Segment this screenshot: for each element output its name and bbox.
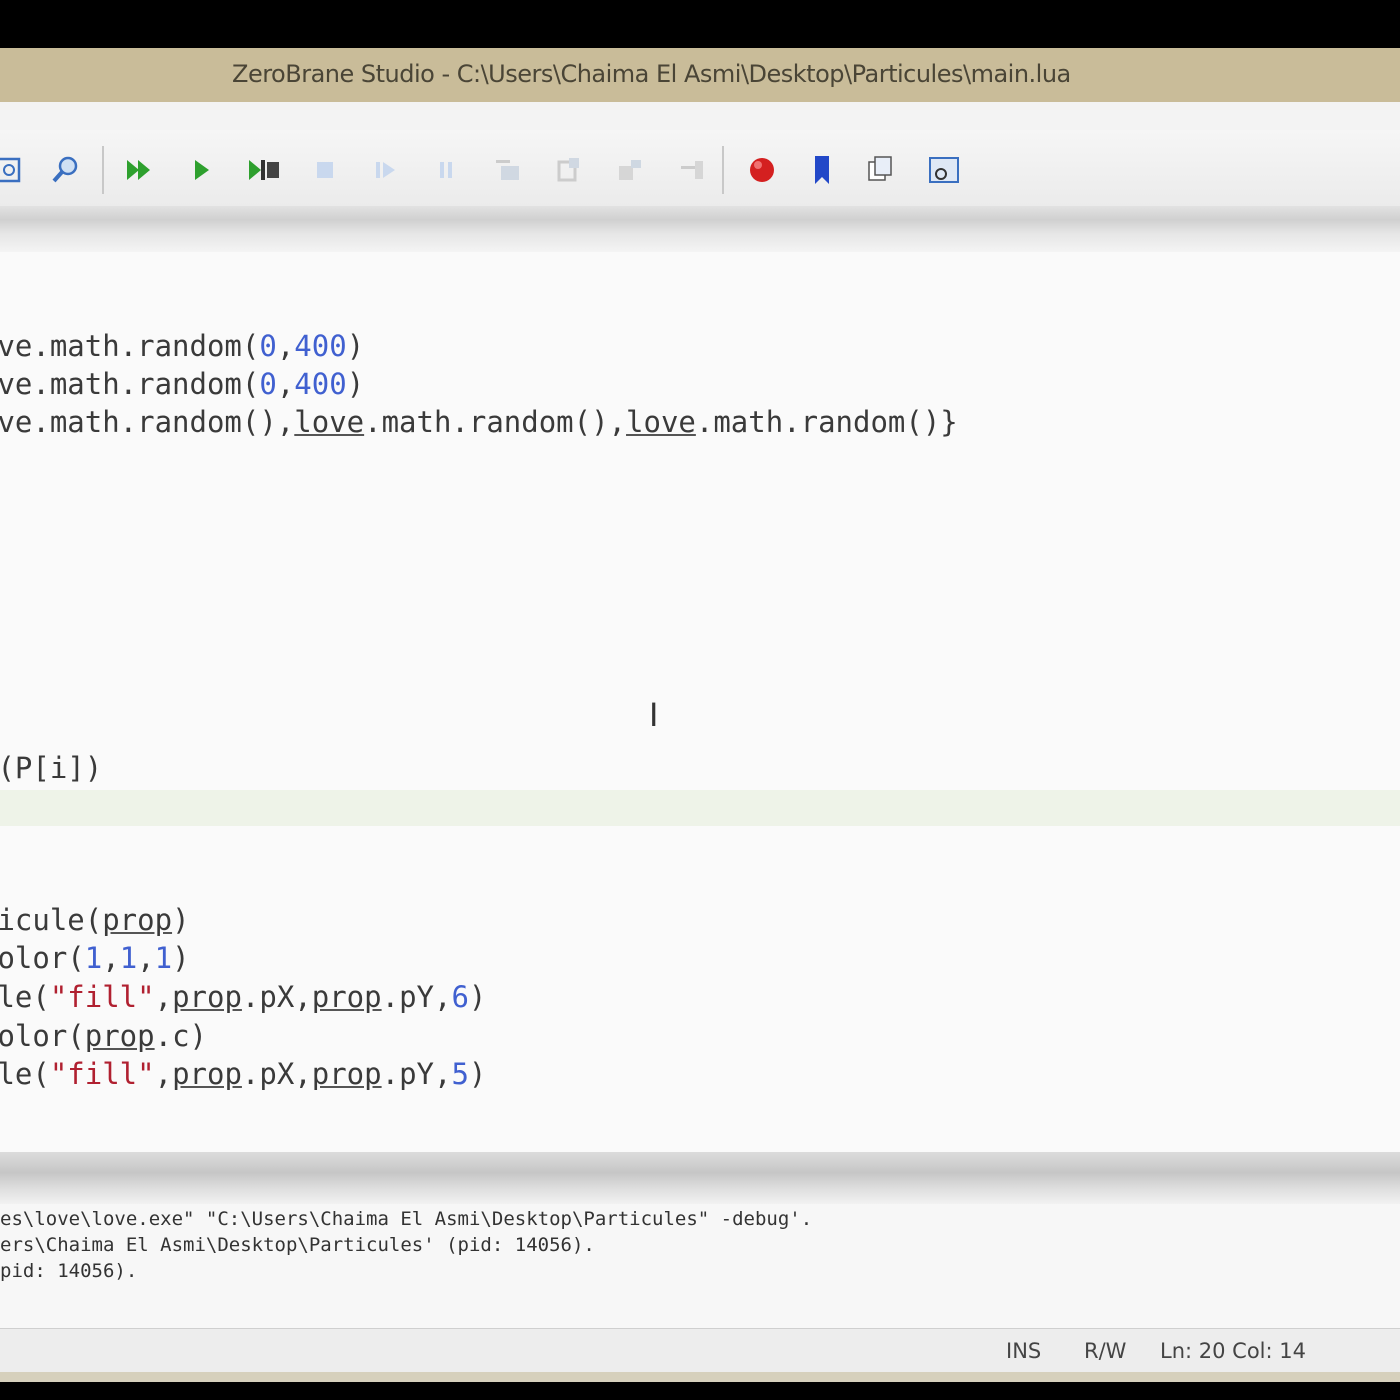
toolbar-border (0, 206, 1400, 252)
output-line-3: pid: 14056). (0, 1260, 138, 1282)
find-in-files-icon[interactable] (48, 152, 84, 188)
break-icon[interactable] (428, 152, 464, 188)
code-line-1: ove.math.random(0,400) (0, 329, 365, 363)
toolbar (0, 130, 1400, 206)
panel-splitter[interactable] (0, 1152, 1400, 1204)
find-icon[interactable] (0, 152, 28, 188)
status-insert-mode: INS (1006, 1339, 1042, 1363)
output-line-2: ers\Chaima El Asmi\Desktop\Particules' (… (0, 1234, 595, 1256)
code-line-3: ove.math.random(),love.math.random(),lov… (0, 405, 958, 439)
window-bottom-edge (0, 1372, 1400, 1382)
window-title: ZeroBrane Studio - C:\Users\Chaima El As… (232, 60, 1071, 88)
output-panel[interactable]: es\love\love.exe" "C:\Users\Chaima El As… (0, 1204, 1400, 1328)
code-line-10: cle("fill",prop.pX,prop.pY,5) (0, 1057, 487, 1091)
run-to-cursor-icon[interactable] (246, 152, 282, 188)
toolbar-separator (102, 146, 104, 194)
menubar (0, 102, 1400, 130)
output-line-1: es\love\love.exe" "C:\Users\Chaima El As… (0, 1208, 813, 1230)
run-icon[interactable] (184, 152, 220, 188)
current-line-highlight (0, 790, 1400, 826)
watch-window-icon[interactable] (926, 152, 962, 188)
text-cursor-icon: I (649, 696, 659, 734)
bookmark-icon[interactable] (804, 152, 840, 188)
code-line-5: e(P[i]) (0, 751, 103, 785)
start-debug-icon[interactable] (122, 152, 158, 188)
status-access: R/W (1084, 1339, 1127, 1363)
toggle-breakpoint-icon[interactable] (744, 152, 780, 188)
code-line-9: Color(prop.c) (0, 1019, 207, 1053)
code-line-2: ove.math.random(0,400) (0, 367, 365, 401)
trace-icon[interactable] (674, 152, 710, 188)
step-out-icon[interactable] (552, 152, 588, 188)
stack-window-icon[interactable] (864, 152, 900, 188)
code-line-7: Color(1,1,1) (0, 941, 190, 975)
step-over-icon[interactable] (490, 152, 526, 188)
status-bar: INS R/W Ln: 20 Col: 14 (0, 1328, 1400, 1373)
run-to-icon[interactable] (612, 152, 648, 188)
window-titlebar[interactable]: ZeroBrane Studio - C:\Users\Chaima El As… (0, 48, 1400, 102)
code-line-6: ticule(prop) (0, 903, 190, 937)
step-into-icon[interactable] (368, 152, 404, 188)
code-editor[interactable]: ove.math.random(0,400) ove.math.random(0… (0, 252, 1400, 1152)
stop-icon[interactable] (307, 152, 343, 188)
code-line-8: cle("fill",prop.pX,prop.pY,6) (0, 980, 487, 1014)
status-cursor-position: Ln: 20 Col: 14 (1160, 1339, 1306, 1363)
toolbar-separator (722, 146, 724, 194)
